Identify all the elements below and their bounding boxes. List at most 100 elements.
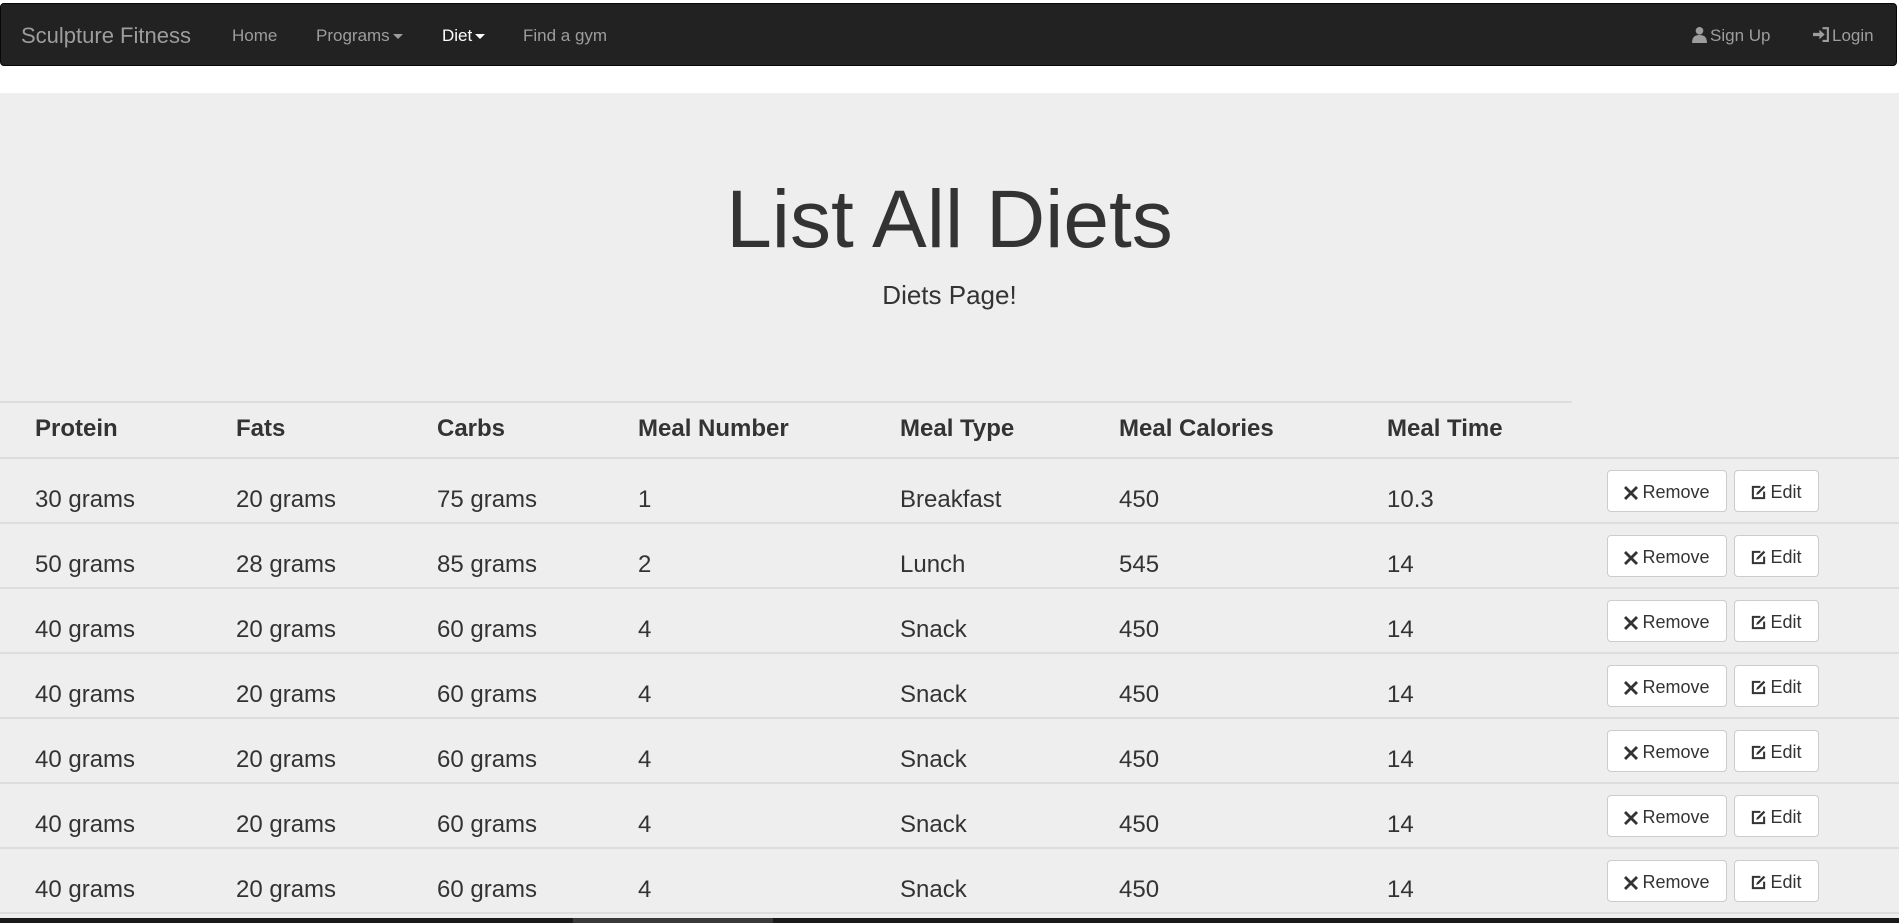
table-cell-meal-time: 14 bbox=[1387, 616, 1414, 643]
remove-button[interactable]: Remove bbox=[1607, 730, 1727, 772]
column-header-carbs: Carbs bbox=[437, 415, 506, 442]
edit-icon bbox=[1752, 615, 1766, 630]
nav-item-diet-label: Diet bbox=[442, 26, 473, 45]
table-cell-carbs: 60 grams bbox=[437, 876, 538, 903]
table-cell-meal-calories: 450 bbox=[1119, 746, 1160, 773]
table-cell-carbs: 60 grams bbox=[437, 746, 538, 773]
top-navbar: Sculpture Fitness Home Programs Diet Fin… bbox=[0, 3, 1897, 66]
brand-link[interactable]: Sculpture Fitness bbox=[21, 4, 191, 67]
edit-label: Edit bbox=[1770, 482, 1802, 502]
edit-button[interactable]: Edit bbox=[1734, 470, 1819, 512]
table-cell-protein: 40 grams bbox=[35, 746, 136, 773]
close-icon bbox=[1624, 681, 1639, 695]
table-cell-meal-time: 14 bbox=[1387, 681, 1414, 708]
remove-label: Remove bbox=[1642, 807, 1710, 827]
table-cell-fats: 28 grams bbox=[236, 551, 337, 578]
nav-item-find-gym[interactable]: Find a gym bbox=[523, 4, 607, 67]
chevron-down-icon bbox=[392, 34, 403, 40]
edit-button[interactable]: Edit bbox=[1734, 535, 1819, 577]
column-header-meal-type: Meal Type bbox=[900, 415, 1015, 442]
scrollbar-thumb[interactable] bbox=[573, 918, 773, 923]
user-icon bbox=[1692, 26, 1707, 43]
table-cell-meal-number: 1 bbox=[638, 486, 652, 513]
table-cell-meal-calories: 450 bbox=[1119, 486, 1160, 513]
remove-button[interactable]: Remove bbox=[1607, 470, 1727, 512]
edit-icon bbox=[1752, 810, 1766, 825]
remove-label: Remove bbox=[1642, 872, 1710, 892]
close-icon bbox=[1624, 486, 1639, 500]
remove-label: Remove bbox=[1642, 612, 1710, 632]
sign-up-label: Sign Up bbox=[1710, 26, 1771, 45]
nav-item-home[interactable]: Home bbox=[232, 4, 277, 67]
edit-label: Edit bbox=[1770, 807, 1802, 827]
table-cell-fats: 20 grams bbox=[236, 811, 337, 838]
column-header-protein: Protein bbox=[35, 415, 118, 442]
table-cell-protein: 40 grams bbox=[35, 616, 136, 643]
table-divider bbox=[0, 522, 1899, 524]
remove-button[interactable]: Remove bbox=[1607, 795, 1727, 837]
column-header-fats: Fats bbox=[236, 415, 286, 442]
remove-button[interactable]: Remove bbox=[1607, 860, 1727, 902]
remove-button[interactable]: Remove bbox=[1607, 665, 1727, 707]
table-cell-meal-number: 2 bbox=[638, 551, 652, 578]
sign-up-link[interactable]: Sign Up bbox=[1691, 4, 1770, 67]
column-header-meal-time: Meal Time bbox=[1387, 415, 1503, 442]
table-divider bbox=[0, 587, 1899, 589]
table-divider bbox=[0, 717, 1899, 719]
edit-icon bbox=[1752, 745, 1766, 760]
table-cell-fats: 20 grams bbox=[236, 486, 337, 513]
column-header-meal-number: Meal Number bbox=[638, 415, 789, 442]
edit-icon bbox=[1752, 680, 1766, 695]
column-header-meal-calories: Meal Calories bbox=[1119, 415, 1274, 442]
table-cell-meal-number: 4 bbox=[638, 811, 652, 838]
edit-label: Edit bbox=[1770, 872, 1802, 892]
nav-item-diet[interactable]: Diet bbox=[442, 4, 486, 67]
table-cell-protein: 40 grams bbox=[35, 811, 136, 838]
login-icon bbox=[1813, 27, 1829, 42]
table-cell-protein: 40 grams bbox=[35, 876, 136, 903]
table-cell-protein: 30 grams bbox=[35, 486, 136, 513]
edit-label: Edit bbox=[1770, 547, 1802, 567]
table-divider bbox=[0, 782, 1899, 784]
table-divider bbox=[0, 652, 1899, 654]
table-cell-meal-number: 4 bbox=[638, 616, 652, 643]
edit-button[interactable]: Edit bbox=[1734, 795, 1819, 837]
table-cell-meal-type: Breakfast bbox=[900, 486, 1002, 513]
table-cell-carbs: 75 grams bbox=[437, 486, 538, 513]
table-cell-fats: 20 grams bbox=[236, 681, 337, 708]
nav-item-programs-label: Programs bbox=[316, 26, 390, 45]
table-cell-meal-time: 14 bbox=[1387, 811, 1414, 838]
table-cell-meal-calories: 545 bbox=[1119, 551, 1160, 578]
remove-label: Remove bbox=[1642, 547, 1710, 567]
remove-button[interactable]: Remove bbox=[1607, 600, 1727, 642]
login-link[interactable]: Login bbox=[1813, 4, 1874, 67]
edit-button[interactable]: Edit bbox=[1734, 730, 1819, 772]
table-cell-fats: 20 grams bbox=[236, 876, 337, 903]
edit-label: Edit bbox=[1770, 677, 1802, 697]
table-cell-meal-type: Snack bbox=[900, 811, 967, 838]
remove-button[interactable]: Remove bbox=[1607, 535, 1727, 577]
edit-icon bbox=[1752, 485, 1766, 500]
table-cell-fats: 20 grams bbox=[236, 746, 337, 773]
table-cell-meal-number: 4 bbox=[638, 876, 652, 903]
table-cell-meal-type: Snack bbox=[900, 746, 967, 773]
close-icon bbox=[1624, 811, 1639, 825]
edit-icon bbox=[1752, 875, 1766, 890]
edit-button[interactable]: Edit bbox=[1734, 665, 1819, 707]
table-cell-fats: 20 grams bbox=[236, 616, 337, 643]
table-cell-meal-type: Snack bbox=[900, 616, 967, 643]
edit-button[interactable]: Edit bbox=[1734, 860, 1819, 902]
table-cell-meal-time: 14 bbox=[1387, 876, 1414, 903]
table-cell-meal-type: Snack bbox=[900, 681, 967, 708]
close-icon bbox=[1624, 616, 1639, 630]
table-cell-meal-calories: 450 bbox=[1119, 876, 1160, 903]
edit-label: Edit bbox=[1770, 612, 1802, 632]
table-divider bbox=[0, 912, 1899, 914]
horizontal-scrollbar[interactable] bbox=[0, 918, 1899, 923]
remove-label: Remove bbox=[1642, 742, 1710, 762]
edit-button[interactable]: Edit bbox=[1734, 600, 1819, 642]
table-cell-meal-time: 14 bbox=[1387, 551, 1414, 578]
nav-item-programs[interactable]: Programs bbox=[316, 4, 403, 67]
chevron-down-icon bbox=[475, 34, 486, 40]
close-icon bbox=[1624, 551, 1639, 565]
